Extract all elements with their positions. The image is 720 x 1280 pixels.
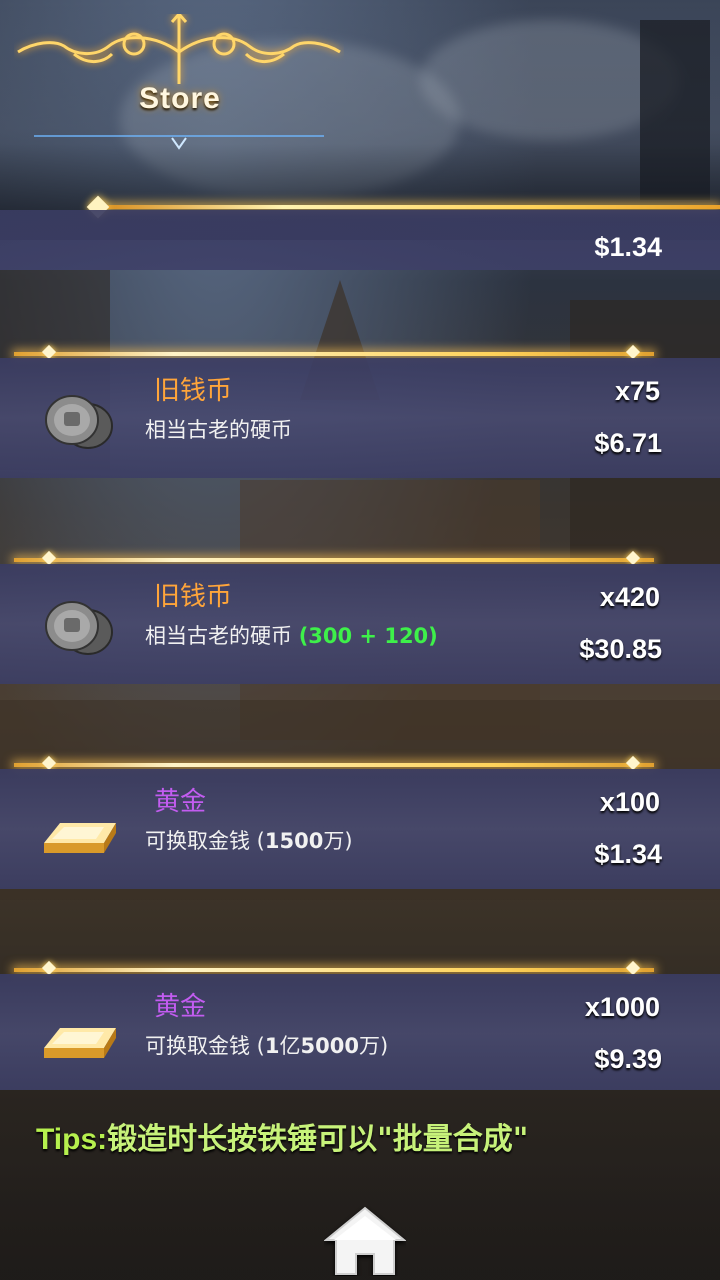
item-name: 黄金 <box>154 992 207 1022</box>
home-icon[interactable] <box>324 1206 406 1276</box>
item-price-button[interactable]: $30.85 <box>579 634 662 665</box>
item-description: 可换取金钱 (1亿5000万) <box>145 1034 389 1058</box>
gold-bar-icon <box>44 823 116 853</box>
row-divider <box>14 968 654 972</box>
old-coins-icon <box>45 395 113 449</box>
item-panel[interactable]: 旧钱币 相当古老的硬币 x75 $6.71 <box>0 358 720 478</box>
store-header: Store <box>0 0 720 240</box>
item-quantity: x100 <box>599 787 660 817</box>
item-quantity: x75 <box>614 376 660 406</box>
row-divider <box>14 763 654 767</box>
item-quantity: x420 <box>599 582 660 612</box>
list-item[interactable]: 黄金 可换取金钱 (1500万) x100 $1.34 <box>0 763 720 968</box>
list-item[interactable]: 黄金 可换取金钱 (1亿5000万) x1000 $9.39 <box>0 968 720 1090</box>
item-quantity: x1000 <box>584 992 660 1022</box>
item-price-button[interactable]: $1.34 <box>594 839 662 870</box>
row-divider <box>14 558 654 562</box>
page-title: Store <box>139 82 221 115</box>
list-item[interactable]: 旧钱币 相当古老的硬币 x75 $6.71 <box>0 352 720 557</box>
list-item[interactable]: 旧钱币 相当古老的硬币 (300 + 120) x420 $30.85 <box>0 558 720 763</box>
item-panel[interactable]: 旧钱币 相当古老的硬币 (300 + 120) x420 $30.85 <box>0 564 720 684</box>
item-panel[interactable]: 黄金 可换取金钱 (1亿5000万) x1000 $9.39 <box>0 974 720 1090</box>
header-divider <box>96 205 720 209</box>
item-price-button[interactable]: $6.71 <box>594 428 662 459</box>
item-price-button[interactable]: $9.39 <box>594 1044 662 1075</box>
item-description: 相当古老的硬币 <box>145 418 292 442</box>
item-name: 旧钱币 <box>154 376 233 406</box>
tips-text: Tips:锻造时长按铁锤可以"批量合成" <box>36 1114 528 1158</box>
item-name: 黄金 <box>154 787 207 817</box>
tips-label: Tips: <box>36 1123 108 1156</box>
tips-body: 锻造时长按铁锤可以"批量合成" <box>107 1122 529 1157</box>
row-divider <box>14 352 654 356</box>
item-description: 相当古老的硬币 (300 + 120) <box>145 624 438 648</box>
item-name: 旧钱币 <box>154 582 233 612</box>
gold-bar-icon <box>44 1028 116 1058</box>
bonus-amount: (300 + 120) <box>298 624 438 648</box>
old-coins-icon <box>45 601 113 655</box>
store-item-list[interactable]: 旧钱币 相当古老的硬币 x75 $6.71 旧钱币 相当古老的硬币 (300 +… <box>0 210 720 1090</box>
item-description: 可换取金钱 (1500万) <box>145 829 353 853</box>
item-panel[interactable]: 黄金 可换取金钱 (1500万) x100 $1.34 <box>0 769 720 889</box>
